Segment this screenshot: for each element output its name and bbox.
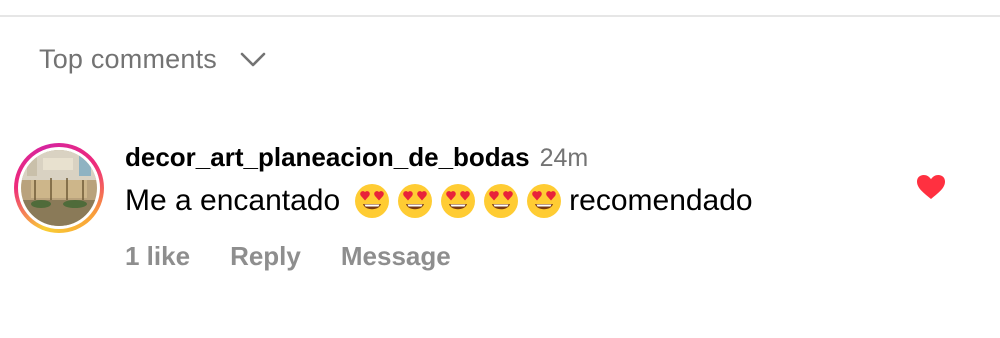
sort-label: Top comments	[39, 44, 217, 74]
chevron-down-icon	[240, 52, 266, 66]
heart-eyes-emoji-icon	[355, 184, 390, 218]
likes-count[interactable]: 1 like	[125, 241, 190, 272]
top-divider	[0, 15, 1000, 17]
sort-comments-dropdown[interactable]: Top comments	[39, 44, 267, 75]
heart-eyes-emoji-icon	[484, 184, 519, 218]
comment: decor_art_planeacion_de_bodas 24m Me a e…	[125, 142, 753, 272]
avatar-image	[21, 150, 97, 226]
comment-username[interactable]: decor_art_planeacion_de_bodas	[125, 142, 530, 173]
comment-actions: 1 like Reply Message	[125, 241, 753, 272]
heart-eyes-emoji-icon	[527, 184, 562, 218]
comment-time: 24m	[539, 144, 589, 172]
avatar-ring-gap	[18, 147, 100, 229]
reply-button[interactable]: Reply	[230, 241, 301, 272]
comment-body: Me a encantado recomendado	[125, 183, 753, 219]
heart-eyes-emoji-icon	[398, 184, 433, 218]
heart-icon[interactable]	[916, 174, 946, 200]
heart-eyes-emoji-icon	[441, 184, 476, 218]
comment-text-start: Me a encantado	[125, 184, 341, 217]
avatar[interactable]	[14, 143, 104, 233]
message-button[interactable]: Message	[341, 241, 451, 272]
comment-text-end: recomendado	[569, 184, 753, 217]
comment-header: decor_art_planeacion_de_bodas 24m	[125, 142, 753, 173]
